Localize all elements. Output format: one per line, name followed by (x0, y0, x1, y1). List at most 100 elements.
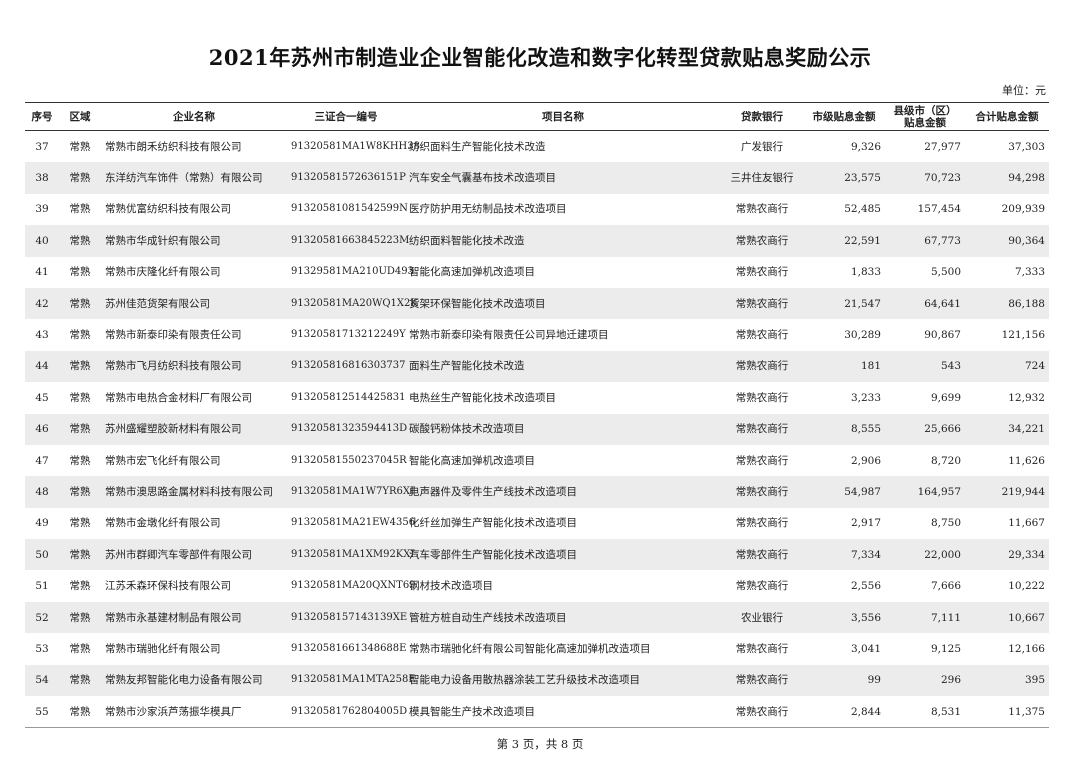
cell-bank: 常熟农商行 (721, 476, 803, 508)
table-body: 37 常熟 常熟市朗禾纺织科技有限公司 91320581MA1W8KHH38 纺织面料生… (25, 131, 1049, 729)
cell-total-amount: 86,188 (965, 287, 1049, 320)
cell-seq: 51 (35, 580, 49, 593)
cell-project: 医疗防护用无纺制品技术改造项目 (409, 203, 567, 216)
cell-city-amount: 22,591 (803, 225, 885, 257)
table-header-row: 序号 区域 企业名称 三证合一编号 项目名称 贷款银行 市级贴息金额 县级市（区… (25, 102, 1049, 131)
cell-county-amount: 7,666 (930, 580, 961, 593)
cell-county-amount: 9,699 (930, 391, 961, 404)
table-row: 53 常熟 常熟市瑞驰化纤有限公司 91320581661348688E 常熟市瑞驰化纤… (25, 633, 1049, 664)
cell-city-amount: 2,844 (803, 696, 885, 729)
cell-project: 货架环保智能化技术改造项目 (405, 287, 721, 320)
cell-company: 苏州市群卿汽车零部件有限公司 (101, 539, 287, 571)
cell-code: 91320581323594413D (287, 413, 407, 445)
cell-county-amount: 9,125 (930, 642, 961, 655)
table-row: 48 常熟 常熟市澳思路金属材料科技有限公司 91320581MA1W7YR6XJ 电声… (25, 476, 1049, 508)
cell-bank: 常熟农商行 (721, 225, 803, 257)
cell-seq: 45 (35, 391, 49, 404)
cell-company: 常熟市瑞驰化纤有限公司 (105, 642, 221, 655)
cell-city-amount: 30,289 (844, 329, 881, 342)
cell-region: 常熟 (69, 203, 91, 216)
cell-region: 常熟 (59, 162, 101, 194)
header-bank: 贷款银行 (721, 102, 803, 131)
cell-county-amount: 164,957 (885, 476, 965, 508)
cell-county-amount: 8,750 (930, 517, 961, 530)
cell-company: 常熟优富纺织科技有限公司 (105, 203, 231, 216)
cell-total-amount: 121,156 (1001, 329, 1045, 342)
cell-county-amount: 25,666 (885, 413, 965, 445)
cell-total-amount: 10,222 (1008, 580, 1045, 593)
cell-project: 钢材技术改造项目 (409, 580, 493, 593)
cell-total-amount: 209,939 (1001, 203, 1045, 216)
cell-region: 常熟 (59, 601, 101, 634)
cell-city-amount: 7,334 (803, 539, 885, 571)
cell-bank: 农业银行 (721, 601, 803, 634)
cell-bank: 常熟农商行 (721, 539, 803, 571)
cell-total-amount: 29,334 (965, 539, 1049, 571)
cell-region: 常熟 (59, 225, 101, 257)
cell-project: 纺织面料生产智能化技术改造 (409, 140, 546, 153)
cell-company: 江苏禾森环保科技有限公司 (105, 580, 231, 593)
cell-city-amount: 21,547 (803, 287, 885, 320)
cell-code: 913205816816303737 (287, 350, 406, 383)
cell-county-amount: 90,867 (924, 329, 961, 342)
header-county-line2: 贴息金额 (904, 116, 946, 129)
cell-company: 常熟市新泰印染有限责任公司 (105, 329, 242, 342)
cell-total-amount: 37,303 (1008, 140, 1045, 153)
cell-bank: 常熟农商行 (735, 329, 789, 342)
cell-project: 汽车零部件生产智能化技术改造项目 (405, 539, 721, 571)
cell-company: 常熟市朗禾纺织科技有限公司 (105, 140, 242, 153)
cell-total-amount: 11,667 (1008, 517, 1045, 530)
header-project: 项目名称 (405, 102, 721, 131)
table-row: 52 常熟 常熟市永基建材制品有限公司 9132058157143139XE 管桩方桩自… (25, 601, 1049, 634)
cell-seq: 42 (25, 287, 59, 320)
cell-bank: 常熟农商行 (735, 266, 789, 279)
cell-code: 91320581MA20QXNT69 (291, 580, 416, 592)
cell-seq: 37 (35, 140, 49, 153)
cell-bank: 常熟农商行 (735, 517, 789, 530)
cell-project: 模具智能生产技术改造项目 (405, 696, 721, 729)
cell-project: 面料生产智能化技术改造 (405, 350, 721, 383)
cell-seq: 49 (35, 517, 49, 530)
cell-city-amount: 8,555 (803, 413, 885, 445)
header-county-amount: 县级市（区） 贴息金额 (885, 102, 965, 131)
cell-total-amount: 10,667 (965, 601, 1049, 634)
cell-county-amount: 8,531 (885, 696, 965, 729)
cell-company: 苏州佳范货架有限公司 (101, 287, 287, 320)
cell-seq: 40 (25, 225, 59, 257)
cell-region: 常熟 (59, 664, 101, 697)
cell-code: 91320581550237045R (291, 454, 407, 466)
cell-code: 91329581MA210UD493 (291, 266, 414, 278)
cell-region: 常熟 (59, 350, 101, 383)
cell-region: 常熟 (69, 266, 91, 279)
cell-region: 常熟 (59, 287, 101, 320)
cell-code: 91320581762804005D (287, 696, 407, 729)
table-row: 41 常熟 常熟市庆隆化纤有限公司 91329581MA210UD493 智能化高速加弹… (25, 257, 1049, 288)
cell-project: 碳酸钙粉体技术改造项目 (405, 413, 721, 445)
header-company: 企业名称 (101, 102, 287, 131)
cell-city-amount: 3,233 (850, 391, 881, 404)
table-row: 43 常熟 常熟市新泰印染有限责任公司 91320581713212249Y 常熟市新泰… (25, 319, 1049, 350)
cell-county-amount: 7,111 (885, 601, 965, 634)
cell-city-amount: 23,575 (803, 162, 885, 194)
cell-city-amount: 2,906 (850, 454, 881, 467)
cell-bank: 常熟农商行 (721, 350, 803, 383)
cell-total-amount: 12,932 (1008, 391, 1045, 404)
cell-total-amount: 90,364 (965, 225, 1049, 257)
cell-company: 苏州盛耀塑胶新材料有限公司 (101, 413, 287, 445)
cell-seq: 38 (25, 162, 59, 194)
cell-city-amount: 2,917 (850, 517, 881, 530)
cell-city-amount: 181 (803, 350, 885, 383)
header-county-line1: 县级市（区） (893, 104, 957, 117)
cell-company: 东洋纺汽车饰件（常熟）有限公司 (101, 162, 287, 194)
cell-code: 91320581MA1XM92KXL (287, 539, 417, 571)
table-row: 44 常熟 常熟市飞月纺织科技有限公司 913205816816303737 面料生产智… (25, 350, 1049, 383)
cell-project: 智能电力设备用散热器涂装工艺升级技术改造项目 (405, 664, 721, 697)
table-row: 54 常熟 常熟友邦智能化电力设备有限公司 91320581MA1MTA258E 智能电… (25, 664, 1049, 697)
cell-bank: 常熟农商行 (735, 454, 789, 467)
page-title: 2021年苏州市制造业企业智能化改造和数字化转型贷款贴息奖励公示 (208, 45, 872, 70)
cell-total-amount: 34,221 (965, 413, 1049, 445)
cell-project: 化纤丝加弹生产智能化技术改造项目 (409, 517, 577, 530)
header-code: 三证合一编号 (287, 102, 405, 131)
cell-bank: 三井住友银行 (721, 162, 803, 194)
cell-seq: 39 (35, 203, 49, 216)
